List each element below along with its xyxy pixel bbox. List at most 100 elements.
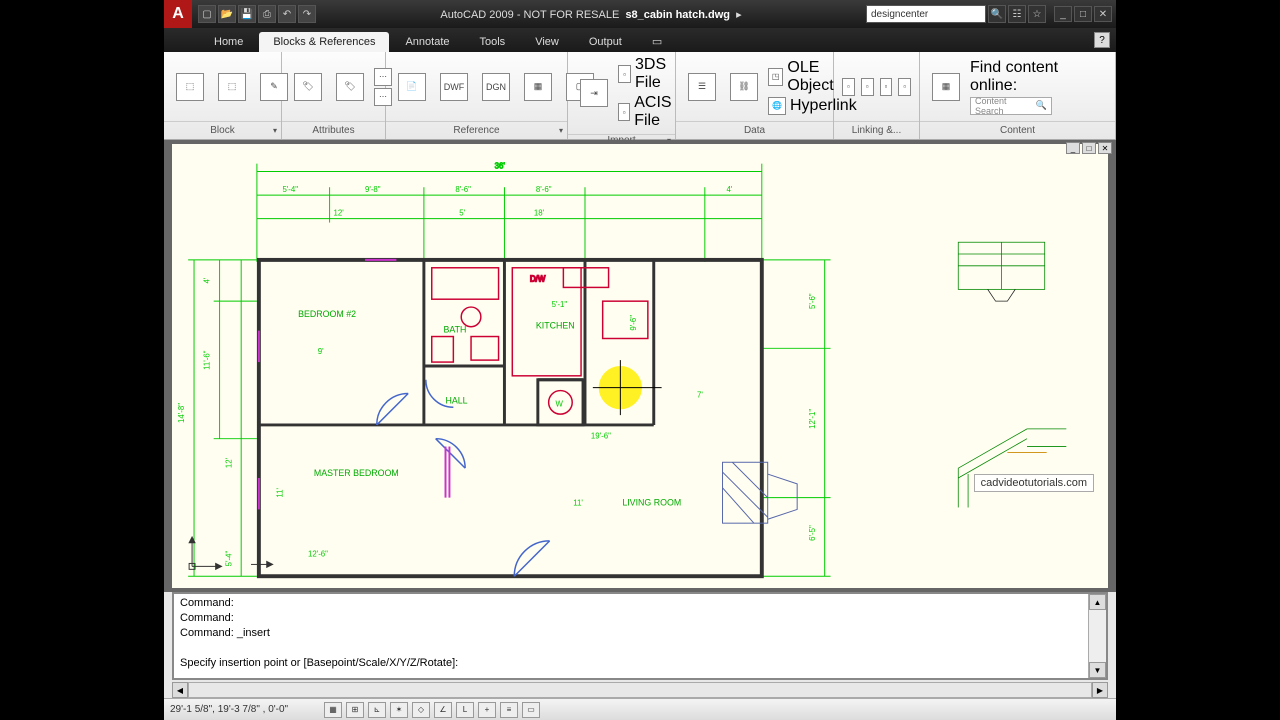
viewport-close-icon[interactable]: ✕ [1098,142,1112,154]
tab-blocks-references[interactable]: Blocks & References [259,32,389,52]
svg-text:6'-5": 6'-5" [808,525,817,541]
titlebar: A ▢ 📂 💾 ⎙ ↶ ↷ AutoCAD 2009 - NOT FOR RES… [164,0,1116,28]
viewport-minimize-icon[interactable]: _ [1066,142,1080,154]
close-button[interactable]: ✕ [1094,6,1112,22]
svg-text:8'-6": 8'-6" [536,185,552,194]
svg-text:18': 18' [534,209,545,218]
help-icon[interactable]: ? [1094,32,1110,48]
comm-center-icon[interactable]: ☷ [1008,5,1026,23]
minimize-button[interactable]: _ [1054,6,1072,22]
coordinates-readout: 29'-1 5/8", 19'-3 7/8" , 0'-0" [170,704,320,715]
panel-import: ⇥ ▫3DS File ▫ACIS File Import▾ [568,52,676,139]
tab-home[interactable]: Home [200,32,257,52]
tab-view[interactable]: View [521,32,573,52]
panel-data: ☰ ⛓ ◳OLE Object 🌐Hyperlink Data [676,52,834,139]
favorites-icon[interactable]: ☆ [1028,5,1046,23]
status-bar: 29'-1 5/8", 19'-3 7/8" , 0'-0" ▦ ⊞ ⊾ ✶ ◇… [164,698,1116,720]
scroll-left-icon[interactable]: ◀ [172,682,188,698]
content-search-input[interactable]: Content Search🔍 [970,97,1052,115]
ortho-toggle[interactable]: ⊾ [368,702,386,718]
scroll-down-icon[interactable]: ▼ [1089,662,1106,678]
dyn-toggle[interactable]: + [478,702,496,718]
svg-text:BEDROOM #2: BEDROOM #2 [298,309,356,319]
data-link-button[interactable]: ⛓ [726,71,762,103]
svg-text:12': 12' [224,457,233,468]
scroll-up-icon[interactable]: ▲ [1089,594,1106,610]
ducs-toggle[interactable]: L [456,702,474,718]
viewport-maximize-icon[interactable]: □ [1082,142,1096,154]
app-menu-button[interactable]: A [164,0,192,28]
search-icon[interactable]: 🔍 [988,5,1006,23]
design-center-button[interactable]: ▦ [928,71,964,103]
panel-linking: ▫ ▫ ▫ ▫ Linking &... [834,52,920,139]
content-online-label: Find content online: [970,59,1107,95]
link-tool-1-icon[interactable]: ▫ [842,78,855,96]
dgn-button[interactable]: DGN [478,71,514,103]
link-tool-4-icon[interactable]: ▫ [898,78,911,96]
edit-attributes-button[interactable]: 🏷 [332,71,368,103]
svg-text:MASTER BEDROOM: MASTER BEDROOM [314,468,399,478]
scroll-right-icon[interactable]: ▶ [1092,682,1108,698]
svg-text:5'-1": 5'-1" [552,300,568,309]
command-hscroll[interactable]: ◀ ▶ [172,682,1108,698]
svg-text:11'-6": 11'-6" [203,350,212,370]
panel-content: ▦ Find content online: Content Search🔍 C… [920,52,1116,139]
grid-toggle[interactable]: ⊞ [346,702,364,718]
autocad-window: A ▢ 📂 💾 ⎙ ↶ ↷ AutoCAD 2009 - NOT FOR RES… [164,0,1116,720]
svg-text:14'-8": 14'-8" [177,403,186,423]
command-window[interactable]: Command: Command: Command: _insert Speci… [172,592,1108,680]
quick-access-toolbar: ▢ 📂 💾 ⎙ ↶ ↷ [198,5,316,23]
svg-text:4': 4' [203,277,212,283]
redo-icon[interactable]: ↷ [298,5,316,23]
search-icon: 🔍 [1036,100,1047,111]
drawing-area-wrap: _ □ ✕ 36' 5'-4" [164,140,1116,592]
command-vscroll[interactable]: ▲ ▼ [1088,594,1106,678]
clip-button[interactable]: ▦ [520,71,556,103]
print-icon[interactable]: ⎙ [258,5,276,23]
svg-text:5'-4": 5'-4" [224,551,233,567]
qp-toggle[interactable]: ▭ [522,702,540,718]
snap-toggle[interactable]: ▦ [324,702,342,718]
tab-tools[interactable]: Tools [466,32,520,52]
import-3ds-button[interactable]: ▫3DS File [618,56,677,92]
svg-text:KITCHEN: KITCHEN [536,321,575,331]
title-text: AutoCAD 2009 - NOT FOR RESALE s8_cabin h… [316,8,866,21]
tab-annotate[interactable]: Annotate [391,32,463,52]
svg-text:7': 7' [697,390,703,399]
open-icon[interactable]: 📂 [218,5,236,23]
undo-icon[interactable]: ↶ [278,5,296,23]
lwt-toggle[interactable]: ≡ [500,702,518,718]
define-attributes-button[interactable]: 🏷 [290,71,326,103]
svg-text:11': 11' [275,487,284,497]
link-tool-2-icon[interactable]: ▫ [861,78,874,96]
panel-attributes: 🏷 🏷 ⋯ ⋯ Attributes [282,52,386,139]
svg-text:HALL: HALL [446,395,468,405]
svg-text:D/W: D/W [530,275,546,284]
svg-text:W: W [556,399,564,408]
import-acis-button[interactable]: ▫ACIS File [618,94,677,130]
osnap-toggle[interactable]: ◇ [412,702,430,718]
attach-button[interactable]: 📄 [394,71,430,103]
infocenter-search[interactable]: designcenter [866,5,986,23]
link-tool-3-icon[interactable]: ▫ [880,78,893,96]
create-block-button[interactable]: ⬚ [214,71,250,103]
drawing-canvas[interactable]: 36' 5'-4" 9'-8" 8'-6" 8'-6" 4' 12 [172,144,1108,588]
command-text: Command: Command: Command: _insert Speci… [174,594,1088,678]
panel-block: ⬚ ⬚ ✎ Block▾ [164,52,282,139]
dwf-button[interactable]: DWF [436,71,472,103]
svg-text:5': 5' [459,209,465,218]
otrack-toggle[interactable]: ∠ [434,702,452,718]
svg-text:LIVING ROOM: LIVING ROOM [622,497,681,507]
polar-toggle[interactable]: ✶ [390,702,408,718]
new-icon[interactable]: ▢ [198,5,216,23]
save-icon[interactable]: 💾 [238,5,256,23]
ribbon: ⬚ ⬚ ✎ Block▾ 🏷 🏷 ⋯ ⋯ Attributes 📄 DWF DG… [164,52,1116,140]
svg-text:5'-4": 5'-4" [282,185,298,194]
svg-text:12'-6": 12'-6" [308,550,328,559]
tab-output[interactable]: Output [575,32,636,52]
import-button[interactable]: ⇥ [576,77,612,109]
maximize-button[interactable]: □ [1074,6,1092,22]
tab-expand-icon[interactable]: ▭ [638,31,676,52]
insert-block-button[interactable]: ⬚ [172,71,208,103]
field-button[interactable]: ☰ [684,71,720,103]
